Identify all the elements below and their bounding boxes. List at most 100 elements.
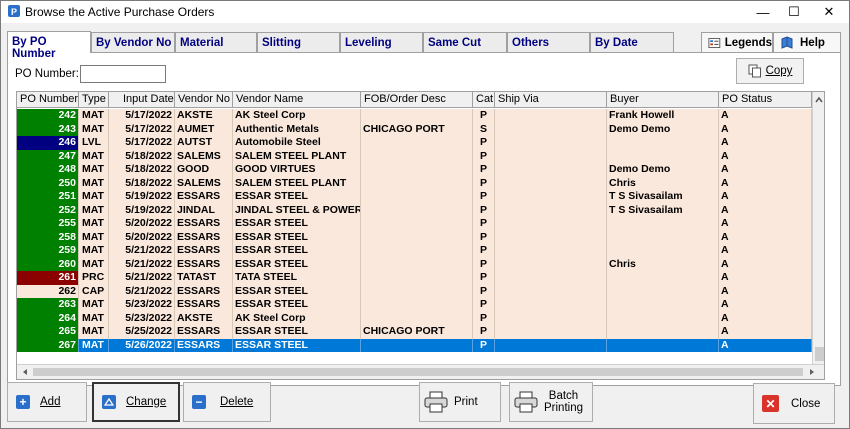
table-row[interactable]: 259 MAT 5/21/2022 ESSARS ESSAR STEEL P A — [17, 244, 812, 258]
legends-label: Legends — [724, 36, 772, 49]
cell-vendor-no: SALEMS — [175, 176, 233, 190]
cell-status: A — [719, 109, 812, 123]
column-header[interactable]: PO Number — [17, 92, 79, 108]
cell-ship — [495, 284, 607, 298]
cell-ship — [495, 176, 607, 190]
table-row[interactable]: 251 MAT 5/19/2022 ESSARS ESSAR STEEL P T S Si… — [17, 190, 812, 204]
table-row[interactable]: 262 CAP 5/21/2022 ESSARS ESSAR STEEL P A — [17, 284, 812, 298]
cell-cat: P — [473, 325, 495, 339]
table-row[interactable]: 247 MAT 5/18/2022 SALEMS SALEM STEEL PLANT P A — [17, 149, 812, 163]
maximize-button[interactable]: ☐ — [779, 1, 809, 23]
column-header[interactable]: Type — [79, 92, 109, 108]
change-button[interactable]: Change — [92, 382, 180, 422]
po-number-input[interactable] — [80, 65, 166, 83]
cell-vendor-no: ESSARS — [175, 284, 233, 298]
table-row[interactable]: 242 MAT 5/17/2022 AKSTE AK Steel Corp P Frank … — [17, 109, 812, 123]
close-icon: ✕ — [823, 4, 835, 19]
column-header[interactable]: Input Date — [109, 92, 175, 108]
cell-date: 5/18/2022 — [109, 149, 175, 163]
table-row[interactable]: 265 MAT 5/25/2022 ESSARS ESSAR STEEL CHICAGO… — [17, 325, 812, 339]
cell-date: 5/21/2022 — [109, 257, 175, 271]
table-row[interactable]: 248 MAT 5/18/2022 GOOD GOOD VIRTUES P Demo Dem… — [17, 163, 812, 177]
cell-date: 5/21/2022 — [109, 271, 175, 285]
add-button[interactable]: + Add — [7, 382, 87, 422]
cell-date: 5/17/2022 — [109, 109, 175, 123]
table-row[interactable]: 250 MAT 5/18/2022 SALEMS SALEM STEEL PLANT P C… — [17, 176, 812, 190]
tab-by-date[interactable]: By Date — [590, 32, 674, 52]
cell-fob — [361, 109, 473, 123]
cell-vendor-no: AUMET — [175, 122, 233, 136]
print-button[interactable]: Print — [419, 382, 501, 422]
scroll-left-icon[interactable] — [19, 366, 31, 378]
batch-printer-icon — [514, 391, 538, 413]
table-row[interactable]: 267 MAT 5/26/2022 ESSARS ESSAR STEEL P A — [17, 338, 812, 352]
cell-cat: P — [473, 257, 495, 271]
tab-legends[interactable]: Legends — [701, 32, 773, 52]
cell-cat: P — [473, 163, 495, 177]
cell-vendor-name: AK Steel Corp — [233, 109, 361, 123]
close-button[interactable]: ✕ Close — [753, 383, 835, 424]
column-header[interactable]: Vendor Name — [233, 92, 361, 108]
vertical-scroll-thumb[interactable] — [815, 347, 824, 361]
column-header[interactable]: Vendor No — [175, 92, 233, 108]
table-row[interactable]: 243 MAT 5/17/2022 AUMET Authentic Metals CHIC… — [17, 122, 812, 136]
column-header[interactable]: Ship Via — [495, 92, 607, 108]
cell-ship — [495, 190, 607, 204]
cell-date: 5/21/2022 — [109, 284, 175, 298]
horizontal-scroll-thumb[interactable] — [33, 368, 803, 376]
column-header[interactable]: Cat — [473, 92, 495, 108]
tab-material[interactable]: Material — [175, 32, 257, 52]
tab-by-vendor-no[interactable]: By Vendor No — [91, 32, 175, 52]
close-window-button[interactable]: ✕ — [814, 1, 844, 23]
cell-type: MAT — [79, 122, 109, 136]
tab-slitting[interactable]: Slitting — [257, 32, 340, 52]
cell-buyer: Demo Demo — [607, 122, 719, 136]
tab-help[interactable]: Help — [773, 32, 841, 52]
tab-others[interactable]: Others — [507, 32, 590, 52]
cell-status: A — [719, 136, 812, 150]
cell-vendor-no: ESSARS — [175, 325, 233, 339]
cell-status: A — [719, 298, 812, 312]
batch-printing-button[interactable]: Batch Printing — [509, 382, 593, 422]
scroll-up-icon[interactable] — [813, 94, 825, 106]
cell-po: 267 — [17, 338, 79, 352]
cell-status: A — [719, 311, 812, 325]
scroll-right-icon[interactable] — [806, 366, 818, 378]
column-header[interactable]: PO Status — [719, 92, 812, 108]
cell-type: MAT — [79, 325, 109, 339]
copy-button[interactable]: Copy — [736, 58, 804, 84]
table-row[interactable]: 258 MAT 5/20/2022 ESSARS ESSAR STEEL P A — [17, 230, 812, 244]
cell-cat: P — [473, 190, 495, 204]
batch-label-line2: Printing — [544, 402, 583, 414]
close-x-icon: ✕ — [762, 395, 779, 412]
table-row[interactable]: 261 PRC 5/21/2022 TATAST TATA STEEL P A — [17, 271, 812, 285]
column-header[interactable]: Buyer — [607, 92, 719, 108]
table-row[interactable]: 255 MAT 5/20/2022 ESSARS ESSAR STEEL P A — [17, 217, 812, 231]
tab-by-po-number[interactable]: By PO Number — [7, 31, 91, 60]
cell-date: 5/18/2022 — [109, 163, 175, 177]
cell-type: CAP — [79, 284, 109, 298]
vertical-scrollbar[interactable] — [812, 92, 825, 364]
cell-date: 5/20/2022 — [109, 217, 175, 231]
tab-same-cut[interactable]: Same Cut — [423, 32, 507, 52]
copy-icon — [748, 64, 761, 78]
cell-ship — [495, 257, 607, 271]
table-row[interactable]: 263 MAT 5/23/2022 ESSARS ESSAR STEEL P A — [17, 298, 812, 312]
minimize-button[interactable]: — — [748, 1, 778, 23]
window-content: By PO Number By Vendor No Material Slitting… — [1, 23, 849, 428]
table-row[interactable]: 246 LVL 5/17/2022 AUTST Automobile Steel P A — [17, 136, 812, 150]
column-header[interactable]: FOB/Order Desc — [361, 92, 473, 108]
cell-fob — [361, 244, 473, 258]
table-row[interactable]: 252 MAT 5/19/2022 JINDAL JINDAL STEEL & POWE… — [17, 203, 812, 217]
cell-date: 5/25/2022 — [109, 325, 175, 339]
table-row[interactable]: 264 MAT 5/23/2022 AKSTE AK Steel Corp P A — [17, 311, 812, 325]
tab-leveling[interactable]: Leveling — [340, 32, 423, 52]
table-row[interactable]: 260 MAT 5/21/2022 ESSARS ESSAR STEEL P Chris A — [17, 257, 812, 271]
print-label: Print — [454, 396, 478, 408]
delete-button[interactable]: − Delete — [183, 382, 271, 422]
cell-status: A — [719, 176, 812, 190]
cell-vendor-name: ESSAR STEEL — [233, 190, 361, 204]
cell-ship — [495, 109, 607, 123]
grid-header: PO Number Type Input Date Vendor No Vendor N… — [17, 92, 812, 108]
horizontal-scrollbar[interactable] — [17, 364, 824, 379]
